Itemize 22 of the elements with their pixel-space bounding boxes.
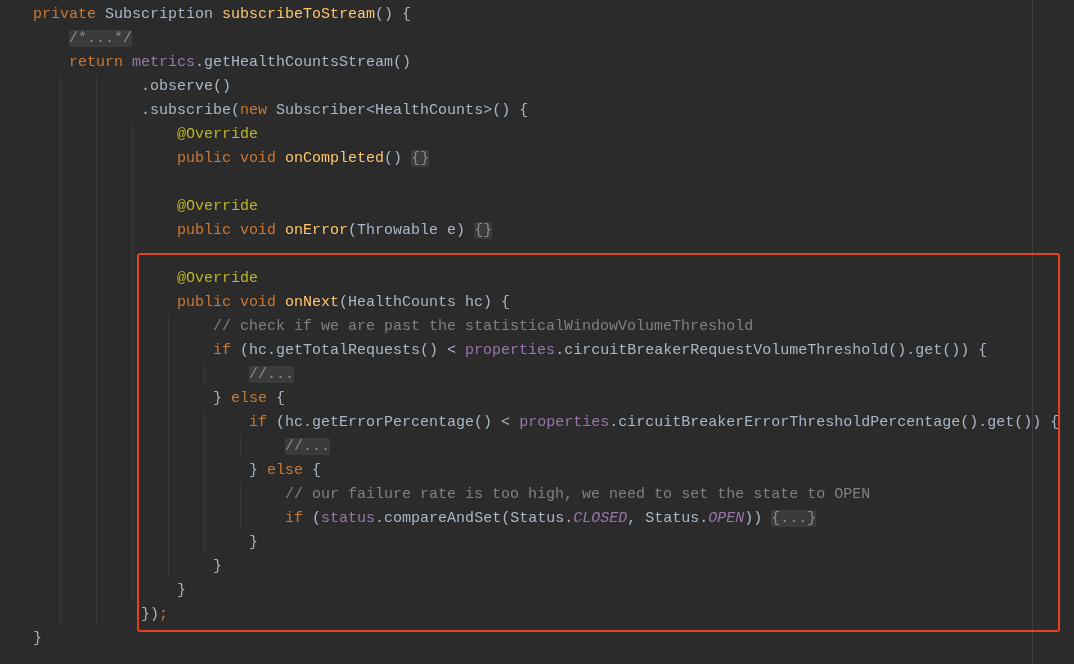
code-line: .subscribe(new Subscriber<HealthCounts>() { (140, 102, 529, 119)
code-line: if (hc.getErrorPercentage() < properties.circuitBreakerErrorThresholdPercentage().get()) { (248, 414, 1060, 431)
code-line: public void onError(Throwable e) {} (176, 222, 493, 239)
code-line: @Override (176, 198, 259, 215)
code-line: // our failure rate is too high, we need to set the state to OPEN (284, 486, 871, 503)
code-line: public void onCompleted() {} (176, 150, 430, 167)
code-line: }); (140, 606, 169, 623)
code-line: @Override (176, 126, 259, 143)
code-line: } (248, 534, 259, 551)
code-line: } (176, 582, 187, 599)
code-line: } else { (248, 462, 322, 479)
code-line: if (hc.getTotalRequests() < properties.circuitBreakerRequestVolumeThreshold().get()) { (212, 342, 988, 359)
code-line: // check if we are past the statisticalWindowVolumeThreshold (212, 318, 754, 335)
code-line: } (212, 558, 223, 575)
code-line: return metrics.getHealthCountsStream() (68, 54, 412, 71)
code-line: if (status.compareAndSet(Status.CLOSED, Status.OPEN)) {...} (284, 510, 817, 527)
code-line: private Subscription subscribeToStream() { (33, 6, 412, 23)
code-line: } (33, 630, 43, 647)
code-line: } else { (212, 390, 286, 407)
code-line: .observe() (140, 78, 232, 95)
code-line: public void onNext(HealthCounts hc) { (176, 294, 511, 311)
code-line: @Override (176, 270, 259, 287)
